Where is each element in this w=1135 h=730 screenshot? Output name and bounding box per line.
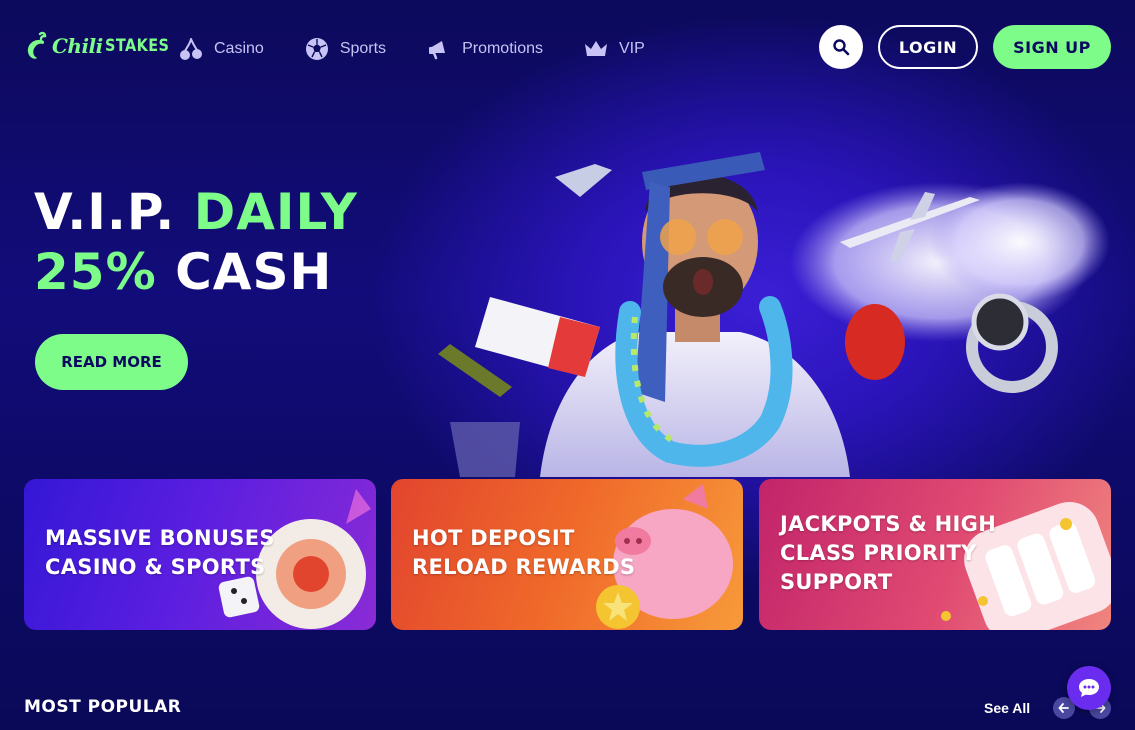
nav-casino-label: Casino	[214, 40, 264, 57]
logo-text-stakes: STAKES	[104, 36, 170, 56]
promo-card-reload-line-1: HOT DEPOSIT	[412, 526, 575, 550]
read-more-button[interactable]: READ MORE	[35, 334, 188, 390]
cherries-icon	[178, 36, 204, 62]
nav-sports[interactable]: Sports	[304, 36, 386, 62]
see-all-link[interactable]: See All	[984, 700, 1030, 716]
hero-line-1: V.I.P. DAILY	[34, 182, 358, 242]
chat-bubble-icon	[1079, 679, 1099, 697]
promo-card-bonuses[interactable]: MASSIVE BONUSES CASINO & SPORTS	[24, 479, 376, 630]
crown-icon	[583, 36, 609, 62]
promo-card-jackpots-line-1: JACKPOTS & HIGH	[780, 512, 997, 536]
promo-card-reload-text: HOT DEPOSIT RELOAD REWARDS	[412, 524, 635, 582]
diamond	[555, 164, 612, 197]
promo-card-bonuses-text: MASSIVE BONUSES CASINO & SPORTS	[45, 524, 275, 582]
search-button[interactable]	[819, 25, 863, 69]
nav-promotions-label: Promotions	[462, 40, 543, 57]
plane-ticket	[475, 297, 600, 377]
main-nav: Casino Sports Promotions VIP	[178, 36, 645, 62]
megaphone-icon	[426, 36, 452, 62]
nav-promotions[interactable]: Promotions	[426, 36, 543, 62]
hero-illustration	[438, 152, 1110, 477]
nav-vip[interactable]: VIP	[583, 36, 645, 62]
search-icon	[833, 39, 850, 56]
promo-card-reload-line-2: RELOAD REWARDS	[412, 555, 636, 579]
promo-card-jackpots[interactable]: JACKPOTS & HIGH CLASS PRIORITY SUPPORT	[759, 479, 1111, 630]
chili-pepper	[845, 304, 905, 380]
promo-card-jackpots-line-3: SUPPORT	[780, 570, 893, 594]
signup-button[interactable]: SIGN UP	[993, 25, 1111, 69]
site-header: Chili STAKES Casino Sports Promotions VI…	[0, 0, 1135, 95]
vip-man	[540, 152, 850, 477]
hero-headline: V.I.P. DAILY 25% CASH	[34, 182, 358, 302]
site-logo[interactable]: Chili STAKES	[24, 31, 180, 61]
champagne-bottle	[438, 344, 520, 477]
hero-vip-text: V.I.P.	[34, 183, 176, 241]
most-popular-title: MOST POPULAR	[24, 697, 182, 717]
hero-line-2: 25% CASH	[34, 242, 358, 302]
chili-pepper-icon	[27, 31, 47, 59]
nav-sports-label: Sports	[339, 40, 387, 57]
hero-percent-text: 25%	[34, 243, 157, 301]
promo-card-bonuses-line-1: MASSIVE BONUSES	[45, 526, 275, 550]
logo-text-chili: Chili	[52, 34, 103, 58]
live-chat-button[interactable]	[1067, 666, 1111, 710]
nav-casino[interactable]: Casino	[178, 36, 264, 62]
nav-vip-label: VIP	[618, 40, 645, 57]
promo-card-jackpots-text: JACKPOTS & HIGH CLASS PRIORITY SUPPORT	[780, 510, 996, 597]
promo-card-reload[interactable]: HOT DEPOSIT RELOAD REWARDS	[391, 479, 743, 630]
promo-card-jackpots-line-2: CLASS PRIORITY	[780, 541, 977, 565]
soccer-ball-icon	[304, 36, 330, 62]
arrow-left-icon	[1058, 703, 1069, 713]
login-button[interactable]: LOGIN	[878, 25, 978, 69]
hero-cash-text: CASH	[175, 243, 333, 301]
promo-card-bonuses-line-2: CASINO & SPORTS	[45, 555, 266, 579]
hero-daily-text: DAILY	[193, 183, 358, 241]
